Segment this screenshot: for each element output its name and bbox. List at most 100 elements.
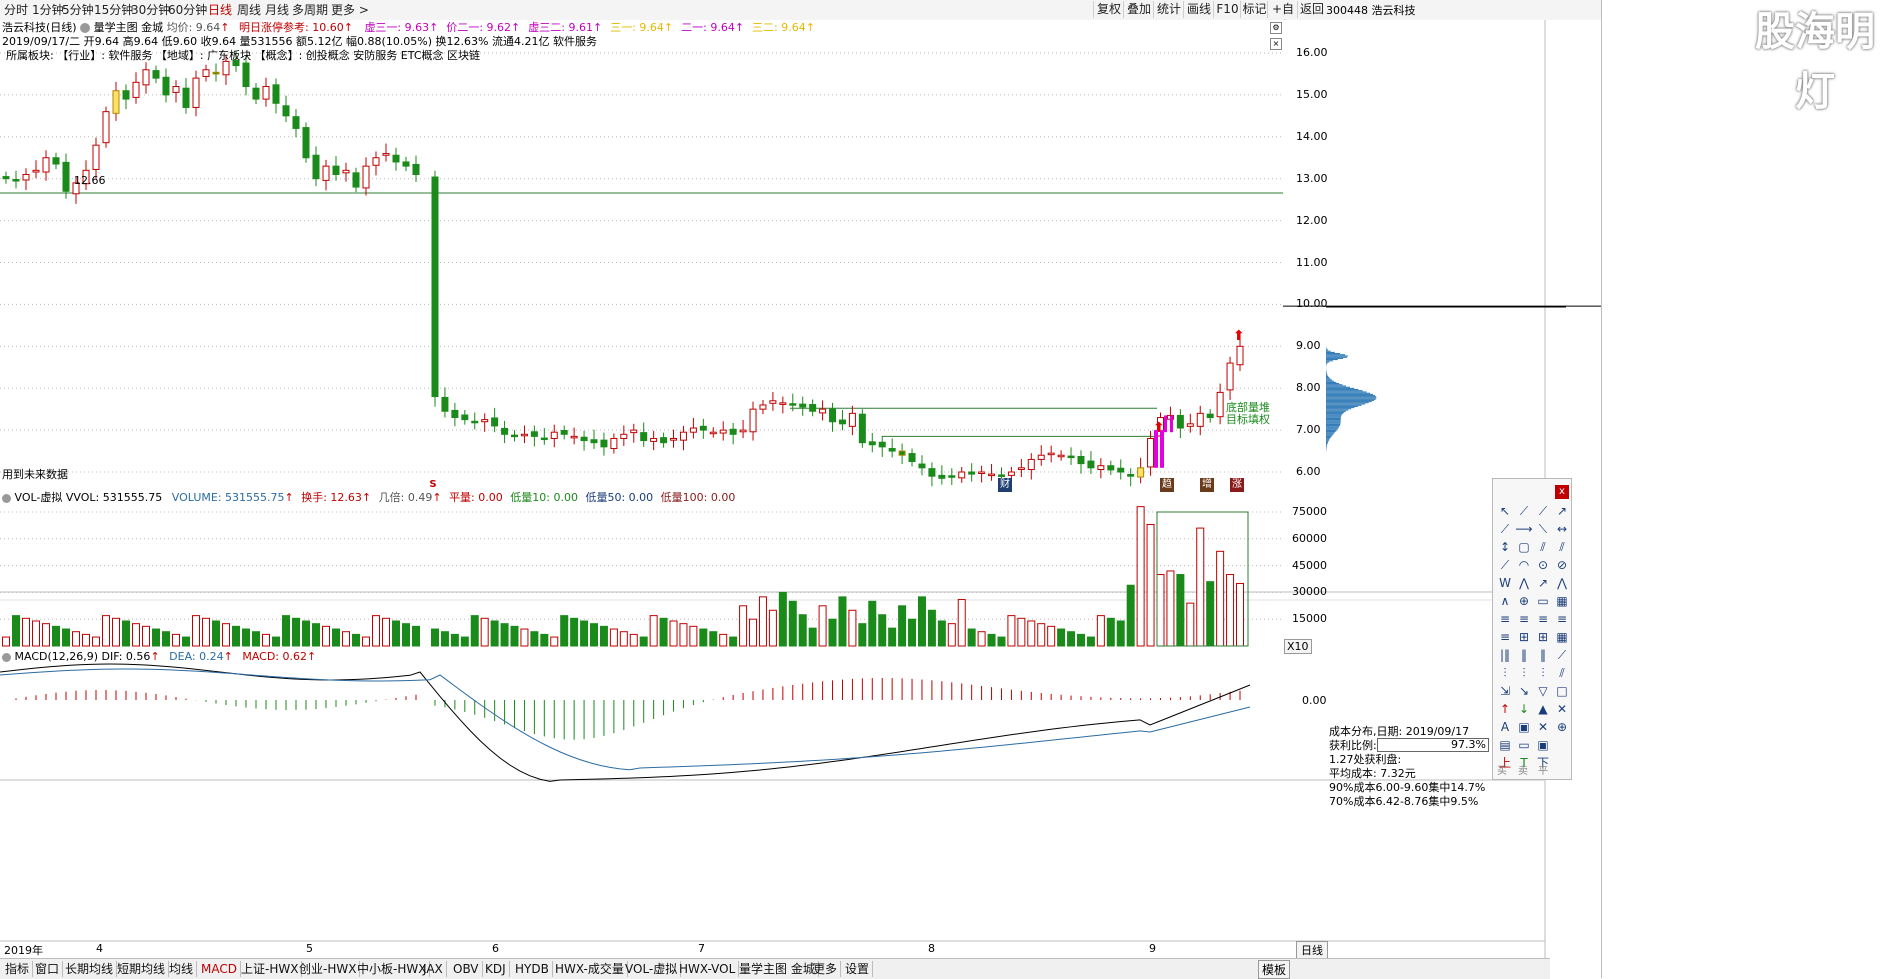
drawing-tool-icon[interactable]: ⟋ (1514, 501, 1534, 521)
tab-multi-period[interactable]: 多周期 (292, 2, 328, 18)
drawing-tool-icon[interactable]: ✕ (1533, 717, 1553, 737)
period-select[interactable]: 日线 (1296, 941, 1328, 959)
drawing-tool-icon[interactable]: ⋀ (1552, 573, 1572, 593)
marker-increase[interactable]: 增 (1200, 478, 1214, 492)
back-button[interactable]: 返回 (1297, 1, 1326, 18)
drawing-tool-icon[interactable]: ▭ (1514, 735, 1534, 755)
indicator-tab[interactable]: HWX-VOL (676, 961, 740, 977)
drawing-tool-icon[interactable]: ⫶ (1533, 663, 1553, 683)
close-chart-icon[interactable]: × (1270, 38, 1282, 50)
drawing-tool-icon[interactable]: ⊞ (1514, 627, 1534, 647)
indicator-tab[interactable]: 上证-HWX (238, 961, 303, 977)
drawing-tool-icon[interactable]: ⋀ (1514, 573, 1534, 593)
drawing-tool-icon[interactable]: ↗ (1533, 573, 1553, 593)
drawing-tool-icon[interactable]: ⊘ (1552, 555, 1572, 575)
marker-rise[interactable]: 涨 (1230, 478, 1244, 492)
marker-s[interactable]: S (426, 478, 440, 492)
template-tab[interactable]: 模板 (1258, 960, 1291, 979)
drawing-tool-icon[interactable]: ⟋ (1533, 501, 1553, 521)
indicator-tab[interactable]: 更多 (810, 961, 842, 977)
indicator-tab[interactable]: JAX (420, 961, 447, 977)
indicator-tab[interactable]: 短期均线 (114, 961, 170, 977)
indicator-tab[interactable]: KDJ (482, 961, 510, 977)
drawing-tool-icon[interactable]: ▲ (1533, 699, 1553, 719)
drawing-tool-icon[interactable]: ⟍ (1533, 519, 1553, 539)
restore-rights-button[interactable]: 复权 (1093, 1, 1124, 18)
indicator-tab[interactable]: 长期均线 (62, 961, 118, 977)
drawing-tool-icon[interactable]: ⊙ (1533, 555, 1553, 575)
statistics-button[interactable]: 统计 (1153, 1, 1184, 18)
indicator-tab[interactable]: HWX-成交量 (552, 961, 628, 977)
close-icon[interactable]: x (1555, 485, 1569, 499)
drawing-tool-icon[interactable]: ⫽ (1552, 663, 1572, 683)
drawing-tool-icon[interactable]: ⫶ (1495, 663, 1515, 683)
drawing-tool-icon[interactable]: ↖ (1495, 501, 1515, 521)
add-watchlist-button[interactable]: +自选 (1267, 1, 1298, 33)
drawing-tool-icon[interactable]: ⟋ (1495, 555, 1515, 575)
drawing-tool-icon[interactable]: ⫽ (1552, 537, 1572, 557)
drawing-tool-icon[interactable]: ≡ (1514, 609, 1534, 629)
f10-button[interactable]: F10 (1213, 1, 1241, 18)
drawing-tool-icon[interactable]: ‖ (1533, 645, 1553, 665)
drawing-tool-icon[interactable]: ▽ (1533, 681, 1553, 701)
marker-finance[interactable]: 财 (998, 478, 1012, 492)
draw-line-button[interactable]: 画线 (1183, 1, 1214, 18)
indicator-tab[interactable]: MACD (198, 961, 241, 977)
drawing-tool-icon[interactable]: ⟶ (1514, 519, 1534, 539)
drawing-tool-icon[interactable]: ▦ (1552, 591, 1572, 611)
indicator-tab[interactable]: 量学主图 金城 (736, 961, 819, 977)
tab-weekly[interactable]: 周线 (237, 2, 261, 18)
drawing-tool-icon[interactable]: ✕ (1552, 699, 1572, 719)
drawing-tool-icon[interactable] (1552, 753, 1572, 773)
drawing-tool-icon[interactable]: ▤ (1495, 735, 1515, 755)
drawing-tool-icon[interactable]: ↕ (1495, 537, 1515, 557)
drawing-tool-icon[interactable]: ⟋ (1552, 645, 1572, 665)
drawing-tool-icon[interactable]: ≡ (1552, 609, 1572, 629)
drawing-tool-icon[interactable]: ↔ (1552, 519, 1572, 539)
drawing-tool-icon[interactable]: ⫶ (1514, 663, 1534, 683)
tab-60min[interactable]: 60分钟 (168, 2, 207, 18)
indicator-tab[interactable]: 窗口 (32, 961, 64, 977)
drawing-tool-icon[interactable]: ↑ (1495, 699, 1515, 719)
indicator-tab[interactable]: 创业-HWX (296, 961, 361, 977)
drawing-tool-icon[interactable]: ▢ (1514, 537, 1534, 557)
indicator-tab[interactable]: OBV (450, 961, 483, 977)
tab-monthly[interactable]: 月线 (265, 2, 289, 18)
drawing-tool-icon[interactable]: ⟋ (1495, 519, 1515, 539)
indicator-toggle-icon[interactable] (80, 23, 91, 33)
tab-15min[interactable]: 15分钟 (94, 2, 133, 18)
macd-panel-toggle-icon[interactable] (2, 652, 11, 662)
overlay-button[interactable]: 叠加 (1123, 1, 1154, 18)
mark-button[interactable]: 标记 (1240, 1, 1268, 18)
drawing-tool-icon[interactable]: ◠ (1514, 555, 1534, 575)
drawing-tool-icon[interactable]: ▭ (1533, 591, 1553, 611)
drawing-tool-icon[interactable]: □ (1552, 681, 1572, 701)
tab-more[interactable]: 更多 > (331, 2, 369, 18)
indicator-tab[interactable]: 指标 (2, 961, 34, 977)
indicator-tab[interactable]: 设置 (842, 961, 874, 977)
tab-daily[interactable]: 日线 (208, 2, 232, 18)
marker-trend[interactable]: 趋 (1160, 478, 1174, 492)
drawing-tool-icon[interactable]: ▣ (1514, 717, 1534, 737)
drawing-tool-icon[interactable]: ⫽ (1533, 537, 1553, 557)
tab-30min[interactable]: 30分钟 (131, 2, 170, 18)
settings-icon[interactable]: ⚙ (1270, 22, 1282, 34)
drawing-tool-icon[interactable]: ⊞ (1533, 627, 1553, 647)
tab-fenshi[interactable]: 分时 (4, 2, 28, 18)
volume-panel-toggle-icon[interactable] (2, 493, 11, 503)
drawing-tool-icon[interactable]: |‖ (1495, 645, 1515, 665)
drawing-tool-icon[interactable]: ∧ (1495, 591, 1515, 611)
indicator-tab[interactable]: 中小板-HWX (354, 961, 431, 977)
drawing-tool-icon[interactable]: ≡ (1495, 609, 1515, 629)
drawing-tool-icon[interactable]: ≡ (1495, 627, 1515, 647)
drawing-tool-icon[interactable] (1552, 735, 1572, 755)
drawing-tool-icon[interactable]: ‖ (1514, 645, 1534, 665)
drawing-tool-icon[interactable]: ⊕ (1514, 591, 1534, 611)
indicator-tab[interactable]: HYDB (512, 961, 553, 977)
drawing-tool-icon[interactable]: ▣ (1533, 735, 1553, 755)
indicator-tab[interactable]: VOL-虚拟 (622, 961, 682, 977)
drawing-tool-icon[interactable]: ↘ (1514, 681, 1534, 701)
drawing-tool-icon[interactable]: ↗ (1552, 501, 1572, 521)
drawing-tool-icon[interactable]: ⊕ (1552, 717, 1572, 737)
drawing-tool-icon[interactable]: ≡ (1533, 609, 1553, 629)
